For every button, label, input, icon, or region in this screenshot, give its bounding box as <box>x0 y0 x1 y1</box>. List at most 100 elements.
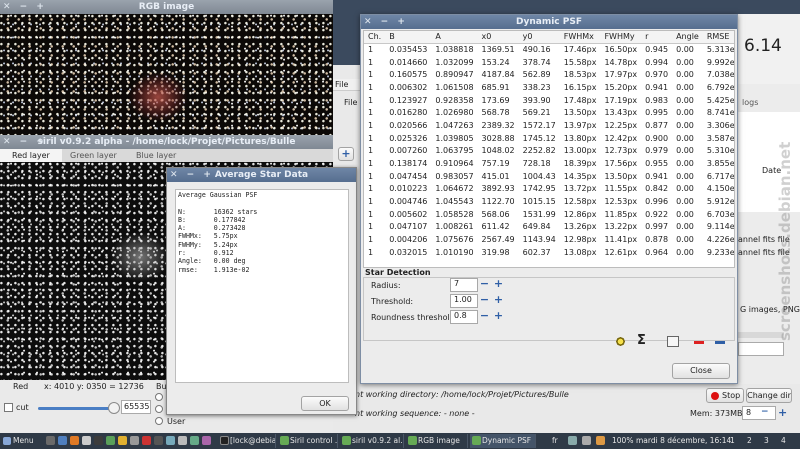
launcher-icon-2[interactable] <box>58 436 67 445</box>
table-row[interactable]: 1 0.025326 1.039805 3028.88 1745.12 13.80px 12… <box>364 132 734 145</box>
task-terminal[interactable]: [lock@debia... <box>218 434 276 448</box>
threshold-decrease-button[interactable]: − <box>478 294 491 307</box>
clear-stars-icon[interactable] <box>715 341 725 344</box>
tab-red-layer[interactable]: Red layer <box>0 149 62 162</box>
column-header[interactable]: RMSE <box>702 31 734 44</box>
table-row[interactable]: 1 0.004206 1.075676 2567.49 1143.94 12.98px 11… <box>364 233 734 246</box>
threads-spinner[interactable]: 8 − <box>742 406 776 420</box>
table-row[interactable]: 1 0.032015 1.010190 319.98 602.37 13.08px 12.6… <box>364 246 734 259</box>
column-header[interactable]: y0 <box>518 31 560 44</box>
table-cell: 1004.43 <box>522 171 556 181</box>
column-header[interactable]: A <box>431 31 478 44</box>
workspace-4[interactable]: 4 <box>781 436 786 445</box>
table-row[interactable]: 1 0.035453 1.038818 1369.51 490.16 17.46px 16.… <box>364 43 734 56</box>
window-controls[interactable]: ✕ − + <box>364 15 408 29</box>
close-button[interactable]: Close <box>672 363 730 379</box>
table-row[interactable]: 1 0.004746 1.045543 1122.70 1015.15 12.58px 12… <box>364 195 734 208</box>
task-siril-main[interactable]: siril v0.9.2 al... <box>340 434 404 448</box>
radius-input[interactable]: 7 <box>450 278 478 292</box>
tab-green-layer[interactable]: Green layer <box>70 151 117 160</box>
cut-slider-handle[interactable] <box>108 402 120 414</box>
launcher-icon-10[interactable] <box>154 436 163 445</box>
change-dir-button[interactable]: Change dir <box>746 388 792 403</box>
launcher-icon-9[interactable] <box>142 436 151 445</box>
column-header[interactable]: FWHMx <box>559 31 601 44</box>
column-header[interactable]: Ch. <box>364 31 386 44</box>
volume-icon[interactable] <box>582 436 591 445</box>
table-cell: 4.150e-02 <box>706 184 735 194</box>
workspace-2[interactable]: 2 <box>747 436 752 445</box>
locale-indicator[interactable]: fr <box>552 436 558 445</box>
threshold-increase-button[interactable]: + <box>492 294 505 307</box>
column-header[interactable]: FWHMy <box>600 31 642 44</box>
launcher-icon-5[interactable] <box>94 436 103 445</box>
table-row[interactable]: 1 0.006302 1.061508 685.91 338.23 16.15px 15.2… <box>364 81 734 94</box>
column-header[interactable]: x0 <box>477 31 519 44</box>
psf-table-container[interactable]: Ch. B Ax0 y0 FWHMx FWHMy r Angle RMSE 1 0.035453 1… <box>363 30 735 268</box>
task-dynamic-psf[interactable]: Dynamic PSF <box>470 434 536 448</box>
threshold-input[interactable]: 1.00 <box>450 294 478 308</box>
launcher-icon-4[interactable] <box>82 436 91 445</box>
table-row[interactable]: 1 0.138174 0.910964 757.19 728.18 18.39px 17.5… <box>364 157 734 170</box>
find-stars-icon[interactable] <box>615 336 626 347</box>
roundness-decrease-button[interactable]: − <box>478 310 491 323</box>
radius-decrease-button[interactable]: − <box>478 278 491 291</box>
cut-value-field[interactable]: 65535 <box>121 400 151 414</box>
table-row[interactable]: 1 0.005602 1.058528 568.06 1531.99 12.86px 11.… <box>364 208 734 221</box>
input-field[interactable] <box>738 342 784 356</box>
launcher-icon-6[interactable] <box>106 436 115 445</box>
column-header[interactable]: r <box>641 31 673 44</box>
rgb-image-canvas[interactable] <box>0 14 333 135</box>
roundness-increase-button[interactable]: + <box>492 310 505 323</box>
export-icon[interactable] <box>667 336 679 347</box>
table-row[interactable]: 1 0.123927 0.928358 173.69 393.90 17.48px 17.1… <box>364 94 734 107</box>
roundness-input[interactable]: 0.8 <box>450 310 478 324</box>
launcher-icon-13[interactable] <box>190 436 199 445</box>
task-rgb-image[interactable]: RGB image <box>406 434 468 448</box>
sigma-icon[interactable]: Σ <box>637 333 646 348</box>
table-row[interactable]: 1 0.020566 1.047263 2389.32 1572.17 13.97px 12… <box>364 119 734 132</box>
table-row[interactable]: 1 0.016280 1.026980 568.78 569.21 13.50px 13.4… <box>364 106 734 119</box>
clock[interactable]: mardi 8 décembre, 16:14 <box>636 436 731 445</box>
table-row[interactable]: 1 0.047107 1.008261 611.42 649.84 13.26px 13.2… <box>364 221 734 234</box>
launcher-icon-14[interactable] <box>202 436 211 445</box>
table-row[interactable]: 1 0.014660 1.032099 153.24 378.74 15.58px 14.7… <box>364 56 734 69</box>
network-icon[interactable] <box>568 436 577 445</box>
radius-increase-button[interactable]: + <box>492 278 505 291</box>
tab-blue-layer[interactable]: Blue layer <box>136 151 176 160</box>
cut-checkbox[interactable] <box>4 403 13 412</box>
launcher-icon-12[interactable] <box>178 436 187 445</box>
remove-star-icon[interactable] <box>694 341 704 344</box>
launcher-icon-11[interactable] <box>166 436 175 445</box>
workspace-3[interactable]: 3 <box>764 436 769 445</box>
radio-user[interactable] <box>155 417 163 425</box>
launcher-icon-7[interactable] <box>118 436 127 445</box>
table-row[interactable]: 1 0.007260 1.063795 1048.02 2252.82 13.00px 12… <box>364 145 734 158</box>
launcher-icon-1[interactable] <box>46 436 55 445</box>
window-controls[interactable]: ✕ − + <box>170 168 214 182</box>
start-menu-icon[interactable] <box>3 437 11 445</box>
workspace-1[interactable]: 1 <box>730 436 735 445</box>
launcher-icon-3[interactable] <box>70 436 79 445</box>
table-row[interactable]: 1 0.160575 0.890947 4187.84 562.89 18.53px 17.… <box>364 68 734 81</box>
table-row[interactable]: 1 0.047454 0.983057 415.01 1004.43 14.35px 13.… <box>364 170 734 183</box>
window-controls[interactable]: ✕ − + <box>3 0 47 14</box>
stop-button[interactable]: Stop <box>706 388 744 403</box>
minus-icon[interactable]: − <box>761 407 769 417</box>
column-header[interactable]: B <box>385 31 432 44</box>
radio-2[interactable] <box>155 405 163 413</box>
cut-slider-track[interactable] <box>38 407 114 410</box>
add-button[interactable]: + <box>338 147 354 161</box>
start-menu-label[interactable]: Menu <box>13 436 34 445</box>
logs-tab[interactable]: logs <box>742 98 758 107</box>
radio-1[interactable] <box>155 393 163 401</box>
column-header[interactable]: Angle <box>672 31 703 44</box>
ok-button[interactable]: OK <box>301 396 349 411</box>
plus-icon[interactable]: + <box>778 406 787 419</box>
task-siril-control[interactable]: Siril control ... <box>278 434 338 448</box>
launcher-icon-8[interactable] <box>130 436 139 445</box>
table-row[interactable]: 1 0.010223 1.064672 3892.93 1742.95 13.72px 11… <box>364 183 735 196</box>
window-controls[interactable]: ✕ − + <box>3 135 47 149</box>
file-menu[interactable]: File <box>335 80 348 89</box>
update-icon[interactable] <box>596 436 605 445</box>
